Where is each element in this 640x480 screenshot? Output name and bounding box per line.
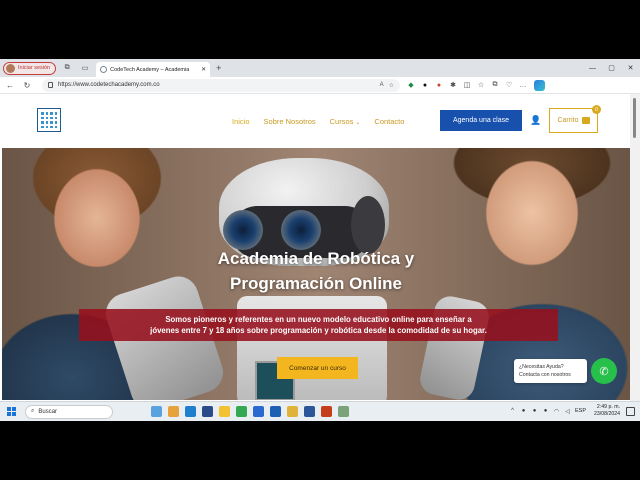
extensions: ◆ ● ● ✱ ◫ ☆ ⧉ ♡ … bbox=[406, 80, 528, 90]
word-icon[interactable] bbox=[304, 406, 315, 417]
shopping-bag-icon bbox=[581, 117, 590, 124]
robot-eye-left bbox=[223, 210, 263, 250]
wifi-icon[interactable]: ◠ bbox=[553, 408, 560, 415]
powerpoint-icon[interactable] bbox=[321, 406, 332, 417]
profile-label: Iniciar sesión bbox=[18, 65, 51, 71]
chevron-down-icon: ⌄ bbox=[355, 120, 361, 126]
robot-eye-right bbox=[281, 210, 321, 250]
lock-icon bbox=[48, 82, 53, 88]
extension-icon[interactable]: ● bbox=[420, 80, 430, 90]
schedule-class-button[interactable]: Agenda una clase bbox=[440, 110, 522, 131]
address-bar-row: ← ↻ https://www.codetechacademy.com.co A… bbox=[0, 77, 640, 94]
whatsapp-line2: Contacta con nosotros bbox=[519, 372, 571, 378]
taskbar-search[interactable]: ⌕ Buscar bbox=[25, 404, 113, 419]
clock-date: 23/08/2024 bbox=[594, 411, 620, 417]
close-tab-icon[interactable]: ✕ bbox=[201, 66, 206, 73]
avatar bbox=[6, 63, 15, 73]
browser-essentials-icon[interactable]: ♡ bbox=[504, 80, 514, 90]
whatsapp-icon[interactable]: ✆ bbox=[591, 358, 617, 384]
new-tab-icon[interactable]: + bbox=[216, 63, 221, 73]
menu-item-home[interactable]: Inicio bbox=[232, 117, 250, 126]
split-screen-icon[interactable]: ◫ bbox=[462, 80, 472, 90]
screen: Iniciar sesión ⧉ ▭ CodeTech Academy – Ac… bbox=[0, 59, 640, 421]
menu-item-about[interactable]: Sobre Nosotros bbox=[264, 117, 316, 126]
cart-count-badge: 0 bbox=[592, 105, 601, 114]
hero-title-line2: Programación Online bbox=[230, 274, 402, 293]
hero-desc-line1: Somos pioneros y referentes en un nuevo … bbox=[165, 315, 472, 324]
menu-item-contact[interactable]: Contacto bbox=[374, 117, 404, 126]
tray-app-icon[interactable]: ● bbox=[520, 408, 527, 415]
chevron-up-icon[interactable]: ^ bbox=[509, 408, 516, 415]
page-scrollbar[interactable] bbox=[630, 94, 640, 401]
app-icon[interactable] bbox=[338, 406, 349, 417]
file-explorer-icon[interactable] bbox=[219, 406, 230, 417]
tray-app-icon[interactable]: ● bbox=[531, 408, 538, 415]
browser-tab-bar: Iniciar sesión ⧉ ▭ CodeTech Academy – Ac… bbox=[0, 59, 640, 77]
read-aloud-icon[interactable]: A bbox=[380, 82, 384, 88]
tab-codetech[interactable]: CodeTech Academy – Academia ✕ bbox=[96, 62, 211, 77]
windows-taskbar: ⌕ Buscar ^ ● ● ● ◠ ◁ ESP 2:49 p. m. 23/0… bbox=[0, 401, 640, 421]
notifications-icon[interactable] bbox=[626, 407, 635, 416]
url-text: https://www.codetechacademy.com.co bbox=[58, 82, 160, 88]
language-indicator[interactable]: ESP bbox=[575, 408, 586, 414]
cart-label: Carrito bbox=[557, 117, 579, 124]
app-icon[interactable] bbox=[287, 406, 298, 417]
copilot-icon[interactable] bbox=[534, 79, 545, 91]
menu-item-courses-label: Cursos bbox=[329, 117, 354, 126]
whatsapp-line1: ¿Necesitas Ayuda? bbox=[519, 364, 564, 370]
chrome-icon[interactable] bbox=[236, 406, 247, 417]
hero-title-line1: Academia de Robótica y bbox=[217, 249, 415, 268]
favicon-icon bbox=[100, 66, 108, 73]
system-tray: ^ ● ● ● ◠ ◁ ESP 2:49 p. m. 23/08/2024 bbox=[509, 404, 620, 418]
start-course-button[interactable]: Comenzar un curso bbox=[277, 357, 358, 379]
mail-icon[interactable] bbox=[253, 406, 264, 417]
tray-app-icon[interactable]: ● bbox=[542, 408, 549, 415]
profile-button[interactable]: Iniciar sesión bbox=[3, 61, 57, 75]
more-menu-icon[interactable]: … bbox=[518, 80, 528, 90]
hero-title: Academia de Robótica y Programación Onli… bbox=[2, 246, 630, 296]
hero-desc-line2: jóvenes entre 7 y 18 años sobre programa… bbox=[150, 326, 487, 335]
back-icon[interactable]: ← bbox=[3, 81, 17, 90]
clock-time: 2:49 p. m. bbox=[596, 404, 620, 410]
tab-actions-icon[interactable]: ▭ bbox=[78, 61, 92, 75]
refresh-icon[interactable]: ↻ bbox=[20, 81, 34, 90]
site-header: Inicio Sobre Nosotros Cursos ⌄ Contacto A… bbox=[0, 94, 630, 148]
volume-icon[interactable]: ◁ bbox=[564, 408, 571, 415]
hero-description: Somos pioneros y referentes en un nuevo … bbox=[79, 309, 558, 341]
maximize-button[interactable]: ▢ bbox=[602, 59, 621, 77]
address-field[interactable]: https://www.codetechacademy.com.co A ☆ bbox=[42, 78, 400, 92]
cart-button[interactable]: Carrito 0 bbox=[549, 105, 601, 133]
copilot-app-icon[interactable] bbox=[168, 406, 179, 417]
close-window-button[interactable]: ✕ bbox=[621, 59, 640, 77]
site-logo[interactable] bbox=[37, 108, 61, 132]
taskbar-apps bbox=[151, 406, 349, 417]
extension-icon[interactable]: ● bbox=[434, 80, 444, 90]
extension-icon[interactable]: ◆ bbox=[406, 80, 416, 90]
app-icon[interactable] bbox=[202, 406, 213, 417]
scrollbar-thumb[interactable] bbox=[633, 98, 636, 138]
workspaces-icon[interactable]: ⧉ bbox=[60, 61, 74, 75]
main-menu: Inicio Sobre Nosotros Cursos ⌄ Contacto bbox=[232, 117, 404, 126]
user-account-icon[interactable]: 👤 bbox=[530, 115, 541, 125]
whatsapp-help-bubble[interactable]: ¿Necesitas Ayuda? Contacta con nosotros bbox=[514, 359, 587, 383]
windows-start-icon[interactable] bbox=[7, 407, 16, 416]
extensions-puzzle-icon[interactable]: ✱ bbox=[448, 80, 458, 90]
favorites-icon[interactable]: ☆ bbox=[476, 80, 486, 90]
app-icon[interactable] bbox=[270, 406, 281, 417]
window-controls: — ▢ ✕ bbox=[583, 59, 640, 77]
widgets-icon[interactable] bbox=[151, 406, 162, 417]
search-icon: ⌕ bbox=[31, 408, 35, 414]
minimize-button[interactable]: — bbox=[583, 59, 602, 77]
collections-icon[interactable]: ⧉ bbox=[490, 80, 500, 90]
search-placeholder: Buscar bbox=[38, 408, 58, 415]
edge-icon[interactable] bbox=[185, 406, 196, 417]
favorite-star-icon[interactable]: ☆ bbox=[389, 82, 394, 89]
tab-title: CodeTech Academy – Academia bbox=[110, 66, 190, 73]
menu-item-courses[interactable]: Cursos ⌄ bbox=[330, 117, 361, 126]
clock[interactable]: 2:49 p. m. 23/08/2024 bbox=[594, 404, 620, 418]
